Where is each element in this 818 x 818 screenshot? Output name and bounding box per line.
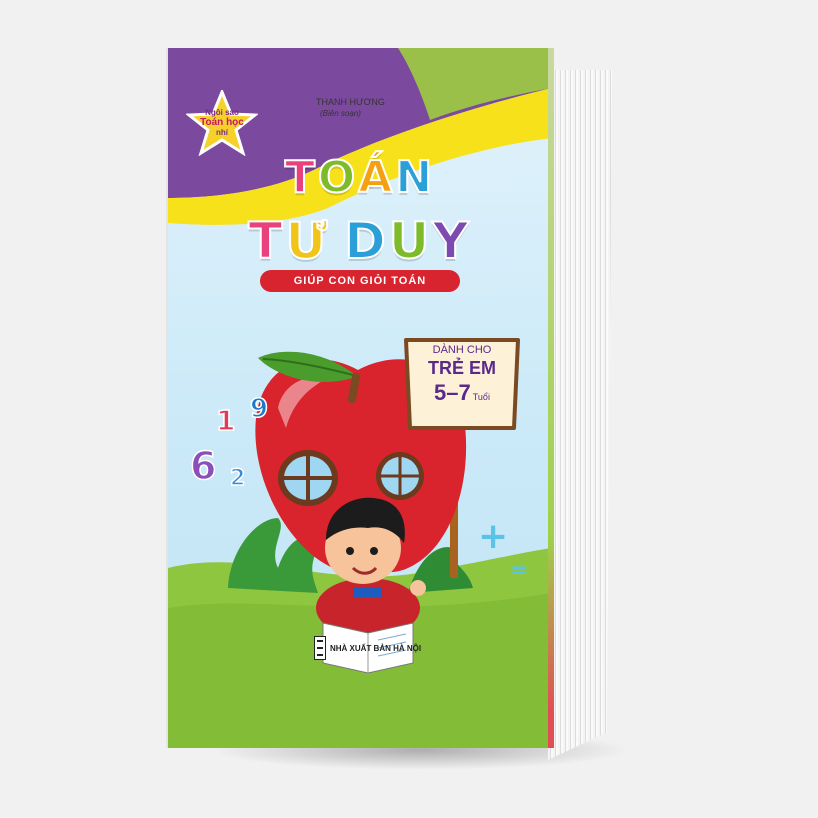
- book-cover: Ngôi sao Toán học nhí THANH HƯƠNG (Biên …: [168, 48, 552, 748]
- apple-leaf: [258, 351, 353, 382]
- floating-digit-1: 1: [215, 403, 236, 438]
- author-name: THANH HƯƠNG: [316, 97, 385, 107]
- title-letter: Á: [357, 151, 396, 204]
- title-line-1: TOÁN: [168, 151, 552, 204]
- publisher-logo-icon: [314, 636, 326, 660]
- book-page-edges: [548, 70, 612, 760]
- publisher-name: NHÀ XUẤT BẢN HÀ NỘI: [330, 643, 422, 653]
- title-line-2: TƯ DUY: [168, 211, 552, 271]
- series-badge-line3: nhí: [216, 128, 228, 137]
- sign-line1: DÀNH CHO: [432, 344, 492, 356]
- apple-window-left: [278, 450, 338, 506]
- title-letter: N: [394, 151, 436, 204]
- title-letter: T: [247, 211, 286, 271]
- author-block: THANH HƯƠNG (Biên soạn): [316, 96, 385, 120]
- sign-unit: Tuổi: [472, 392, 490, 402]
- series-badge-line2: Toán học: [200, 117, 244, 128]
- title-letter: O: [317, 151, 359, 204]
- age-sign-text: DÀNH CHO TRẺ EM 5–7 Tuổi: [400, 344, 524, 406]
- apple-window-right: [376, 452, 424, 500]
- title-letter: Y: [431, 211, 472, 271]
- title-letter: U: [388, 211, 433, 271]
- series-badge-text: Ngôi sao Toán học nhí: [186, 108, 258, 138]
- floating-digit-6: 6: [189, 443, 217, 489]
- cover-edge: [548, 48, 554, 748]
- subtitle-banner: GIÚP CON GIỎI TOÁN: [260, 270, 460, 292]
- floating-digit-9: 9: [249, 393, 269, 425]
- publisher-block: NHÀ XUẤT BẢN HÀ NỘI: [314, 636, 421, 660]
- title-letter: D: [343, 211, 389, 271]
- author-role: (Biên soạn): [320, 109, 361, 118]
- equals-symbol: =: [510, 558, 529, 583]
- sign-line2: TRẺ EM: [427, 358, 496, 378]
- sign-age: 5–7: [434, 380, 471, 405]
- plus-symbol: +: [478, 516, 509, 557]
- title-letter: T: [284, 151, 318, 204]
- floating-digit-2: 2: [229, 465, 246, 492]
- book-scene: Ngôi sao Toán học nhí THANH HƯƠNG (Biên …: [0, 0, 818, 818]
- title-letter: Ư: [284, 211, 331, 271]
